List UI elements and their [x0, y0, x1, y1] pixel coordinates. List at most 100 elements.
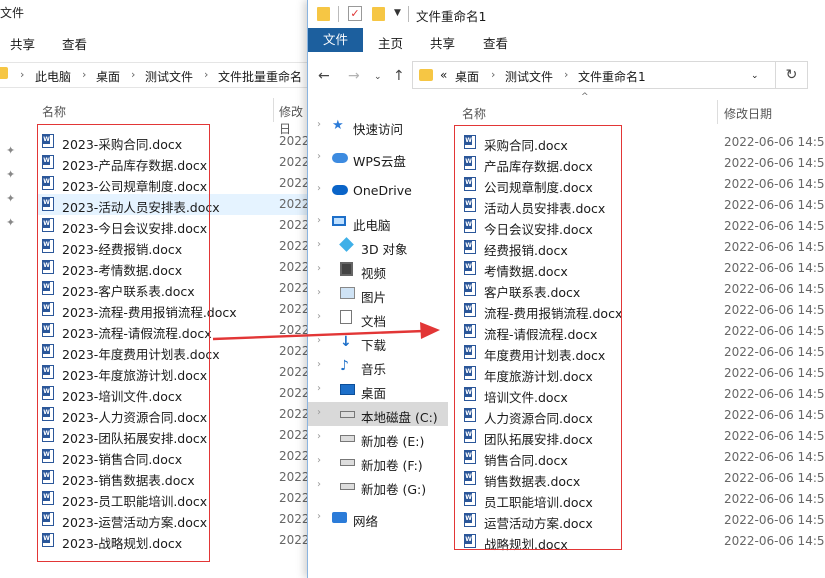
tab-view[interactable]: 查看 [483, 33, 508, 52]
tab-view[interactable]: 查看 [62, 34, 87, 53]
column-header-modified[interactable]: 修改日期 [724, 105, 772, 122]
tab-share[interactable]: 共享 [430, 33, 455, 52]
chevron-right-icon[interactable]: › [317, 511, 321, 522]
download-icon: ↓ [340, 334, 352, 350]
nav-item-label: WPS云盘 [353, 154, 406, 169]
toolbar-divider [408, 6, 409, 22]
file-date: 2022-06-06 14:51 [724, 450, 825, 464]
nav-item[interactable]: › 图片 [308, 282, 448, 306]
chevron-right-icon[interactable]: › [317, 263, 321, 274]
nav-item[interactable]: › 3D 对象 [308, 234, 448, 258]
nav-item[interactable]: › 视频 [308, 258, 448, 282]
breadcrumb-item[interactable]: 桌面 [455, 68, 479, 85]
file-date: 2022-06-06 14:51 [724, 324, 825, 338]
nav-item-label: 3D 对象 [361, 242, 408, 257]
ribbon: 共享 查看 [0, 30, 307, 54]
breadcrumb-item[interactable]: 桌面 [96, 68, 120, 85]
chevron-right-icon: › [491, 68, 496, 81]
nav-item[interactable]: › 此电脑 [308, 210, 448, 234]
forward-arrow-icon[interactable]: → [348, 68, 360, 84]
highlight-box [37, 124, 210, 562]
picture-icon [340, 286, 355, 302]
chevron-right-icon[interactable]: › [317, 287, 321, 298]
nav-item[interactable]: › 新加卷 (F:) [308, 450, 448, 474]
file-date: 2022-06-06 14:51 [724, 282, 825, 296]
nav-item[interactable]: › ★ 快速访问 [308, 114, 448, 138]
address-bar[interactable]: « 桌面 › 测试文件 › 文件重命名1 ⌄ [412, 61, 776, 89]
chevron-down-icon[interactable]: ▼ [394, 8, 401, 18]
file-date: 2022-06-06 14:51 [724, 198, 825, 212]
chevron-right-icon[interactable]: › [317, 383, 321, 394]
chevron-right-icon[interactable]: › [317, 431, 321, 442]
chevron-down-icon[interactable]: ⌄ [374, 72, 382, 82]
address-bar[interactable]: › 此电脑 › 桌面 › 测试文件 › 文件批量重命名 [0, 62, 307, 88]
up-arrow-icon[interactable]: ↑ [393, 68, 405, 84]
chevron-right-icon[interactable]: › [317, 335, 321, 346]
file-date: 2022-06-06 14:51 [724, 240, 825, 254]
column-divider[interactable] [717, 100, 718, 124]
document-icon [340, 310, 352, 327]
tab-home[interactable]: 主页 [378, 33, 403, 52]
back-arrow-icon[interactable]: ← [318, 68, 330, 84]
file-date: 2022-06-06 14:51 [724, 156, 825, 170]
nav-item-label: 快速访问 [353, 122, 404, 137]
title-bar: ✓ ▼ 文件重命名1 [308, 0, 825, 28]
file-date: 2022 [279, 407, 307, 421]
nav-item[interactable]: › WPS云盘 [308, 146, 448, 170]
file-date: 2022 [279, 239, 307, 253]
drive-icon [340, 454, 355, 469]
nav-item-label: 音乐 [361, 362, 387, 377]
nav-item[interactable]: › ↓ 下载 [308, 330, 448, 354]
nav-item[interactable]: › 新加卷 (G:) [308, 474, 448, 498]
file-date: 2022-06-06 14:51 [724, 513, 825, 527]
nav-item-label: 下载 [361, 338, 387, 353]
file-date: 2022 [279, 281, 307, 295]
breadcrumb-item[interactable]: 测试文件 [145, 68, 193, 85]
left-explorer-window: 文件 共享 查看 › 此电脑 › 桌面 › 测试文件 › 文件批量重命名 名称 … [0, 0, 307, 578]
nav-item[interactable]: › 网络 [308, 506, 448, 530]
chevron-right-icon[interactable]: › [317, 359, 321, 370]
file-date: 2022-06-06 14:51 [724, 534, 825, 548]
chevron-right-icon[interactable]: › [317, 239, 321, 250]
tab-file[interactable]: 文件 [308, 28, 363, 52]
nav-item-label: 网络 [353, 514, 379, 529]
chevron-right-icon[interactable]: › [317, 407, 321, 418]
refresh-icon[interactable]: ↻ [776, 61, 808, 89]
cloud-icon [332, 150, 348, 166]
column-header-name[interactable]: 名称 [462, 105, 486, 122]
chevron-right-icon[interactable]: › [317, 151, 321, 162]
column-header-name[interactable]: 名称 [42, 103, 66, 120]
pin-icon: ✦ [6, 144, 16, 157]
chevron-down-icon[interactable]: ⌄ [751, 71, 759, 81]
file-date: 2022-06-06 14:51 [724, 366, 825, 380]
breadcrumb-item[interactable]: 测试文件 [505, 68, 553, 85]
nav-item-label: 新加卷 (G:) [361, 482, 427, 497]
chevron-right-icon[interactable]: › [317, 479, 321, 490]
file-date: 2022 [279, 260, 307, 274]
nav-item[interactable]: › 新加卷 (E:) [308, 426, 448, 450]
ribbon: 文件 主页 共享 查看 [308, 28, 825, 54]
chevron-right-icon[interactable]: › [317, 311, 321, 322]
tab-share[interactable]: 共享 [10, 34, 35, 53]
nav-item-label: 视频 [361, 266, 387, 281]
file-date: 2022 [279, 134, 307, 148]
properties-icon[interactable]: ✓ [348, 6, 362, 21]
chevron-right-icon[interactable]: › [317, 455, 321, 466]
nav-item-label: 文档 [361, 314, 387, 329]
new-folder-icon[interactable] [372, 7, 385, 21]
file-date: 2022 [279, 302, 307, 316]
overflow-chevrons[interactable]: « [440, 68, 447, 82]
chevron-right-icon[interactable]: › [317, 183, 321, 194]
nav-item[interactable]: › 文档 [308, 306, 448, 330]
nav-item[interactable]: › ♪ 音乐 [308, 354, 448, 378]
nav-item[interactable]: › 桌面 [308, 378, 448, 402]
breadcrumb-item[interactable]: 此电脑 [35, 68, 71, 85]
video-icon [340, 262, 353, 279]
breadcrumb-item[interactable]: 文件重命名1 [578, 68, 646, 85]
column-divider[interactable] [273, 98, 274, 122]
chevron-right-icon[interactable]: › [317, 119, 321, 130]
nav-item[interactable]: › OneDrive [308, 178, 448, 202]
chevron-right-icon[interactable]: › [317, 215, 321, 226]
nav-item[interactable]: › 本地磁盘 (C:) [308, 402, 448, 426]
breadcrumb-item[interactable]: 文件批量重命名 [218, 68, 302, 85]
